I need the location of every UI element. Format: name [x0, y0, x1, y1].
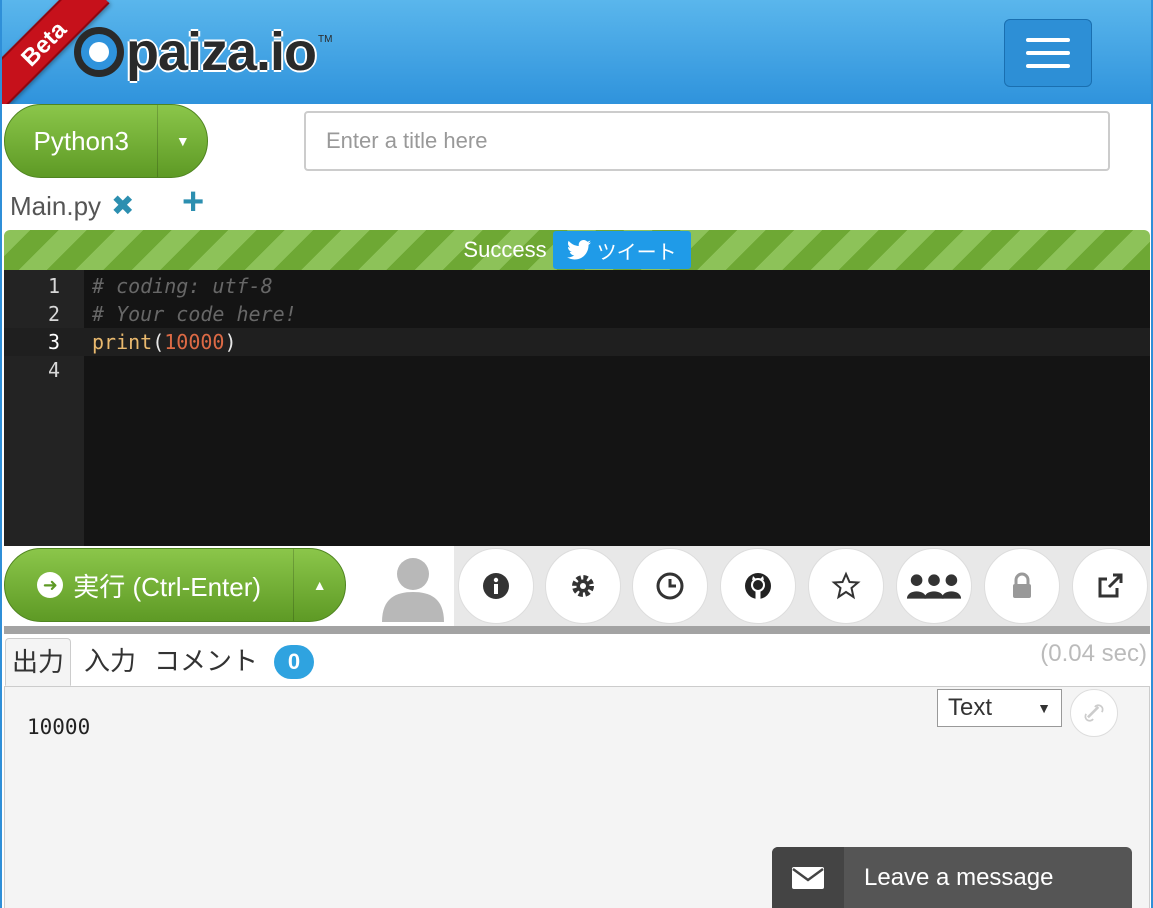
tab-input[interactable]: 入力 — [78, 638, 142, 686]
star-icon — [831, 571, 861, 600]
share-button[interactable] — [1072, 548, 1148, 624]
lock-icon — [1013, 572, 1031, 598]
twitter-bird-icon — [566, 240, 591, 260]
github-icon — [745, 573, 771, 599]
code-line[interactable]: 2 # Your code here! — [4, 300, 1150, 328]
header: Beta paiza.io TM — [2, 0, 1151, 104]
run-arrow-icon: ➜ — [37, 572, 64, 598]
add-file-icon[interactable]: + — [182, 182, 204, 222]
code-paren-close[interactable]: ) — [224, 330, 236, 354]
line-number: 2 — [47, 302, 60, 326]
users-icon — [906, 574, 962, 599]
paiza-logo[interactable]: paiza.io TM — [74, 22, 333, 82]
code-line-active[interactable]: 3 print(10000) — [4, 328, 1150, 356]
output-text: 10000 — [27, 715, 91, 739]
chevron-down-icon: ▼ — [1037, 700, 1051, 716]
line-number: 4 — [47, 358, 60, 382]
star-button[interactable] — [808, 548, 884, 624]
output-format-select[interactable]: Text ▼ — [937, 689, 1062, 727]
hamburger-menu-button[interactable] — [1004, 19, 1092, 87]
line-number: 1 — [47, 274, 60, 298]
users-button[interactable] — [896, 548, 972, 624]
copy-output-button[interactable] — [1070, 689, 1118, 737]
tab-comment[interactable]: コメント — [148, 638, 264, 686]
logo-trademark: TM — [318, 34, 333, 45]
title-input[interactable] — [304, 111, 1110, 171]
execution-time: (0.04 sec) — [1040, 640, 1147, 667]
run-label[interactable]: 実行 (Ctrl-Enter) — [73, 567, 261, 604]
language-label[interactable]: Python3 — [5, 105, 157, 177]
language-selector[interactable]: Python3 ▼ — [4, 104, 208, 178]
run-main[interactable]: ➜ 実行 (Ctrl-Enter) — [5, 549, 293, 621]
close-file-icon[interactable]: ✖ — [111, 186, 134, 226]
status-bar: Success ツイート — [4, 230, 1150, 270]
panel-divider[interactable] — [4, 626, 1150, 634]
code-line[interactable]: 1 # coding: utf-8 — [4, 272, 1150, 300]
status-text: Success — [463, 237, 547, 262]
tweet-label[interactable]: ツイート — [597, 236, 677, 265]
format-select-value[interactable]: Text — [948, 694, 992, 722]
info-button[interactable] — [458, 548, 534, 624]
code-text[interactable]: # Your code here! — [92, 300, 297, 328]
history-icon — [656, 572, 684, 600]
hamburger-line — [1026, 64, 1070, 68]
settings-button[interactable] — [545, 548, 621, 624]
github-button[interactable] — [720, 548, 796, 624]
code-func[interactable]: print — [92, 330, 152, 354]
language-caret-icon[interactable]: ▼ — [157, 105, 207, 177]
code-paren-open[interactable]: ( — [152, 330, 164, 354]
chat-label[interactable]: Leave a message — [844, 847, 1053, 908]
settings-icon — [572, 575, 594, 597]
tab-output[interactable]: 出力 — [5, 638, 72, 686]
file-tab-main[interactable]: Main.py ✖ — [10, 186, 135, 226]
logo-mark-icon — [74, 27, 124, 77]
run-button[interactable]: ➜ 実行 (Ctrl-Enter) ▲ — [4, 548, 346, 622]
comment-count-badge: 0 — [274, 645, 314, 679]
line-number: 3 — [47, 330, 60, 354]
hamburger-menu-icon — [1026, 38, 1070, 42]
user-avatar-icon[interactable] — [378, 552, 448, 622]
code-number[interactable]: 10000 — [164, 330, 224, 354]
logo-text: paiza.io — [126, 22, 317, 82]
chat-icon-box[interactable] — [772, 847, 844, 908]
envelope-icon — [792, 866, 824, 889]
info-icon — [483, 573, 509, 599]
code-text[interactable]: print(10000) — [92, 328, 237, 356]
code-text[interactable]: # coding: utf-8 — [92, 272, 273, 300]
lock-button[interactable] — [984, 548, 1060, 624]
code-line[interactable]: 4 — [4, 356, 1150, 384]
history-button[interactable] — [632, 548, 708, 624]
code-editor[interactable]: 1 # coding: utf-8 2 # Your code here! 3 … — [4, 270, 1150, 546]
file-tab-label[interactable]: Main.py — [10, 186, 101, 226]
hamburger-line — [1026, 51, 1070, 55]
share-icon — [1098, 573, 1123, 598]
chat-widget[interactable]: Leave a message — [772, 847, 1132, 908]
link-icon — [1084, 704, 1104, 722]
tweet-button[interactable]: ツイート — [552, 231, 691, 269]
